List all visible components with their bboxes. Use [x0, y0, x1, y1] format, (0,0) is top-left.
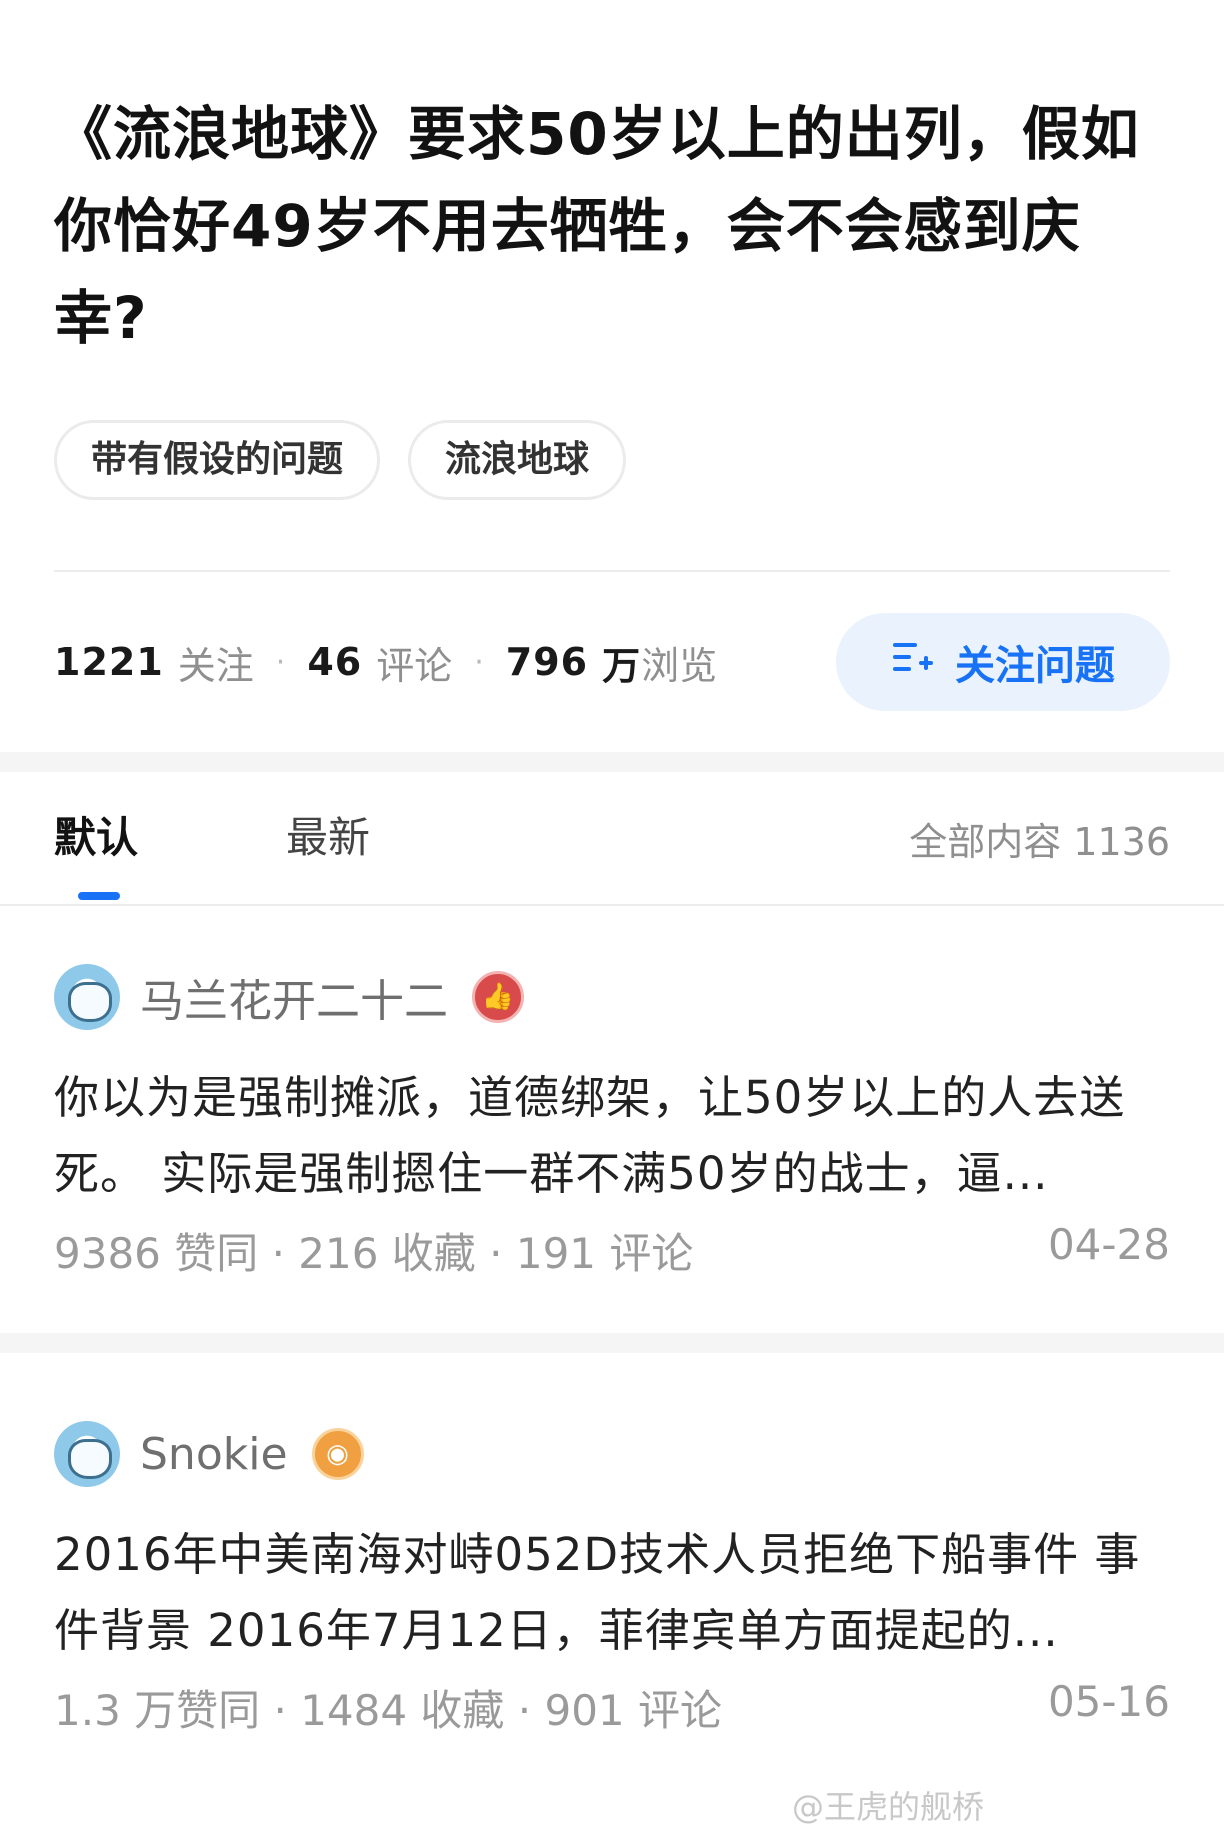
add-list-icon — [891, 635, 935, 689]
active-tab-indicator — [78, 892, 120, 900]
comment-count: 46 — [307, 640, 363, 684]
answer-excerpt[interactable]: 2016年中美南海对峙052D技术人员拒绝下船事件 事件背景 2016年7月12… — [54, 1517, 1170, 1669]
separator-dot: · — [474, 644, 484, 680]
author-row: 马兰花开二十二 👍 — [54, 962, 1170, 1032]
section-gap — [0, 1333, 1224, 1353]
answer-meta: 9386 赞同 · 216 收藏 · 191 评论 04-28 — [54, 1220, 1170, 1281]
follow-question-label: 关注问题 — [955, 643, 1115, 689]
answer-stats: 9386 赞同 · 216 收藏 · 191 评论 — [54, 1229, 694, 1278]
follow-count: 1221 — [54, 640, 164, 684]
author-name[interactable]: 马兰花开二十二 — [140, 965, 448, 1029]
question-title: 《流浪地球》要求50岁以上的出列，假如你恰好49岁不用去牺牲，会不会感到庆幸? — [54, 100, 1140, 352]
topic-tag[interactable]: 带有假设的问题 — [54, 420, 381, 500]
author-name[interactable]: Snokie — [140, 1429, 288, 1480]
tab-latest-label: 最新 — [286, 813, 371, 862]
topic-tags: 带有假设的问题 流浪地球 — [54, 420, 1170, 500]
tab-default-label: 默认 — [54, 813, 139, 862]
watermark: @王虎的舰桥 — [791, 1788, 984, 1826]
question-header: 《流浪地球》要求50岁以上的出列，假如你恰好49岁不用去牺牲，会不会感到庆幸? … — [0, 0, 1224, 500]
view-unit: 万 — [602, 643, 642, 688]
comment-label[interactable]: 评论 — [376, 635, 452, 690]
total-content-count: 全部内容 1136 — [909, 819, 1170, 864]
answer-excerpt[interactable]: 你以为是强制摊派，道德绑架，让50岁以上的人去送死。 实际是强制摁住一群不满50… — [54, 1060, 1170, 1212]
eye-badge-icon: ◉ — [311, 1428, 364, 1480]
answer-meta: 1.3 万赞同 · 1484 收藏 · 901 评论 05-16 — [54, 1677, 1170, 1738]
view-count: 796 — [505, 640, 589, 684]
follow-question-button[interactable]: 关注问题 — [836, 613, 1170, 711]
question-stats-bar: 1221 关注 · 46 评论 · 796 万 浏览 关注问题 — [0, 572, 1224, 752]
answer-date: 05-16 — [1047, 1677, 1170, 1726]
topic-tag[interactable]: 流浪地球 — [408, 420, 627, 500]
separator-dot: · — [275, 644, 286, 680]
tab-default[interactable]: 默认 — [54, 772, 138, 904]
avatar[interactable] — [54, 964, 120, 1030]
author-row: Snokie ◉ — [54, 1419, 1170, 1489]
answer-date: 04-28 — [1047, 1220, 1170, 1269]
answer-card[interactable]: Snokie ◉ 2016年中美南海对峙052D技术人员拒绝下船事件 事件背景 … — [0, 1353, 1224, 1738]
avatar[interactable] — [54, 1421, 120, 1487]
answer-stats: 1.3 万赞同 · 1484 收藏 · 901 评论 — [54, 1686, 723, 1735]
section-gap — [0, 752, 1224, 772]
answer-card[interactable]: 马兰花开二十二 👍 你以为是强制摊派，道德绑架，让50岁以上的人去送死。 实际是… — [0, 906, 1224, 1333]
thumb-up-badge-icon: 👍 — [472, 971, 524, 1023]
view-label: 浏览 — [641, 643, 718, 688]
question-stats: 1221 关注 · 46 评论 · 796 万 浏览 — [54, 635, 717, 690]
tab-latest[interactable]: 最新 — [286, 772, 370, 904]
follow-label: 关注 — [177, 643, 254, 688]
answer-tabs: 默认 最新 全部内容 1136 — [0, 772, 1224, 906]
